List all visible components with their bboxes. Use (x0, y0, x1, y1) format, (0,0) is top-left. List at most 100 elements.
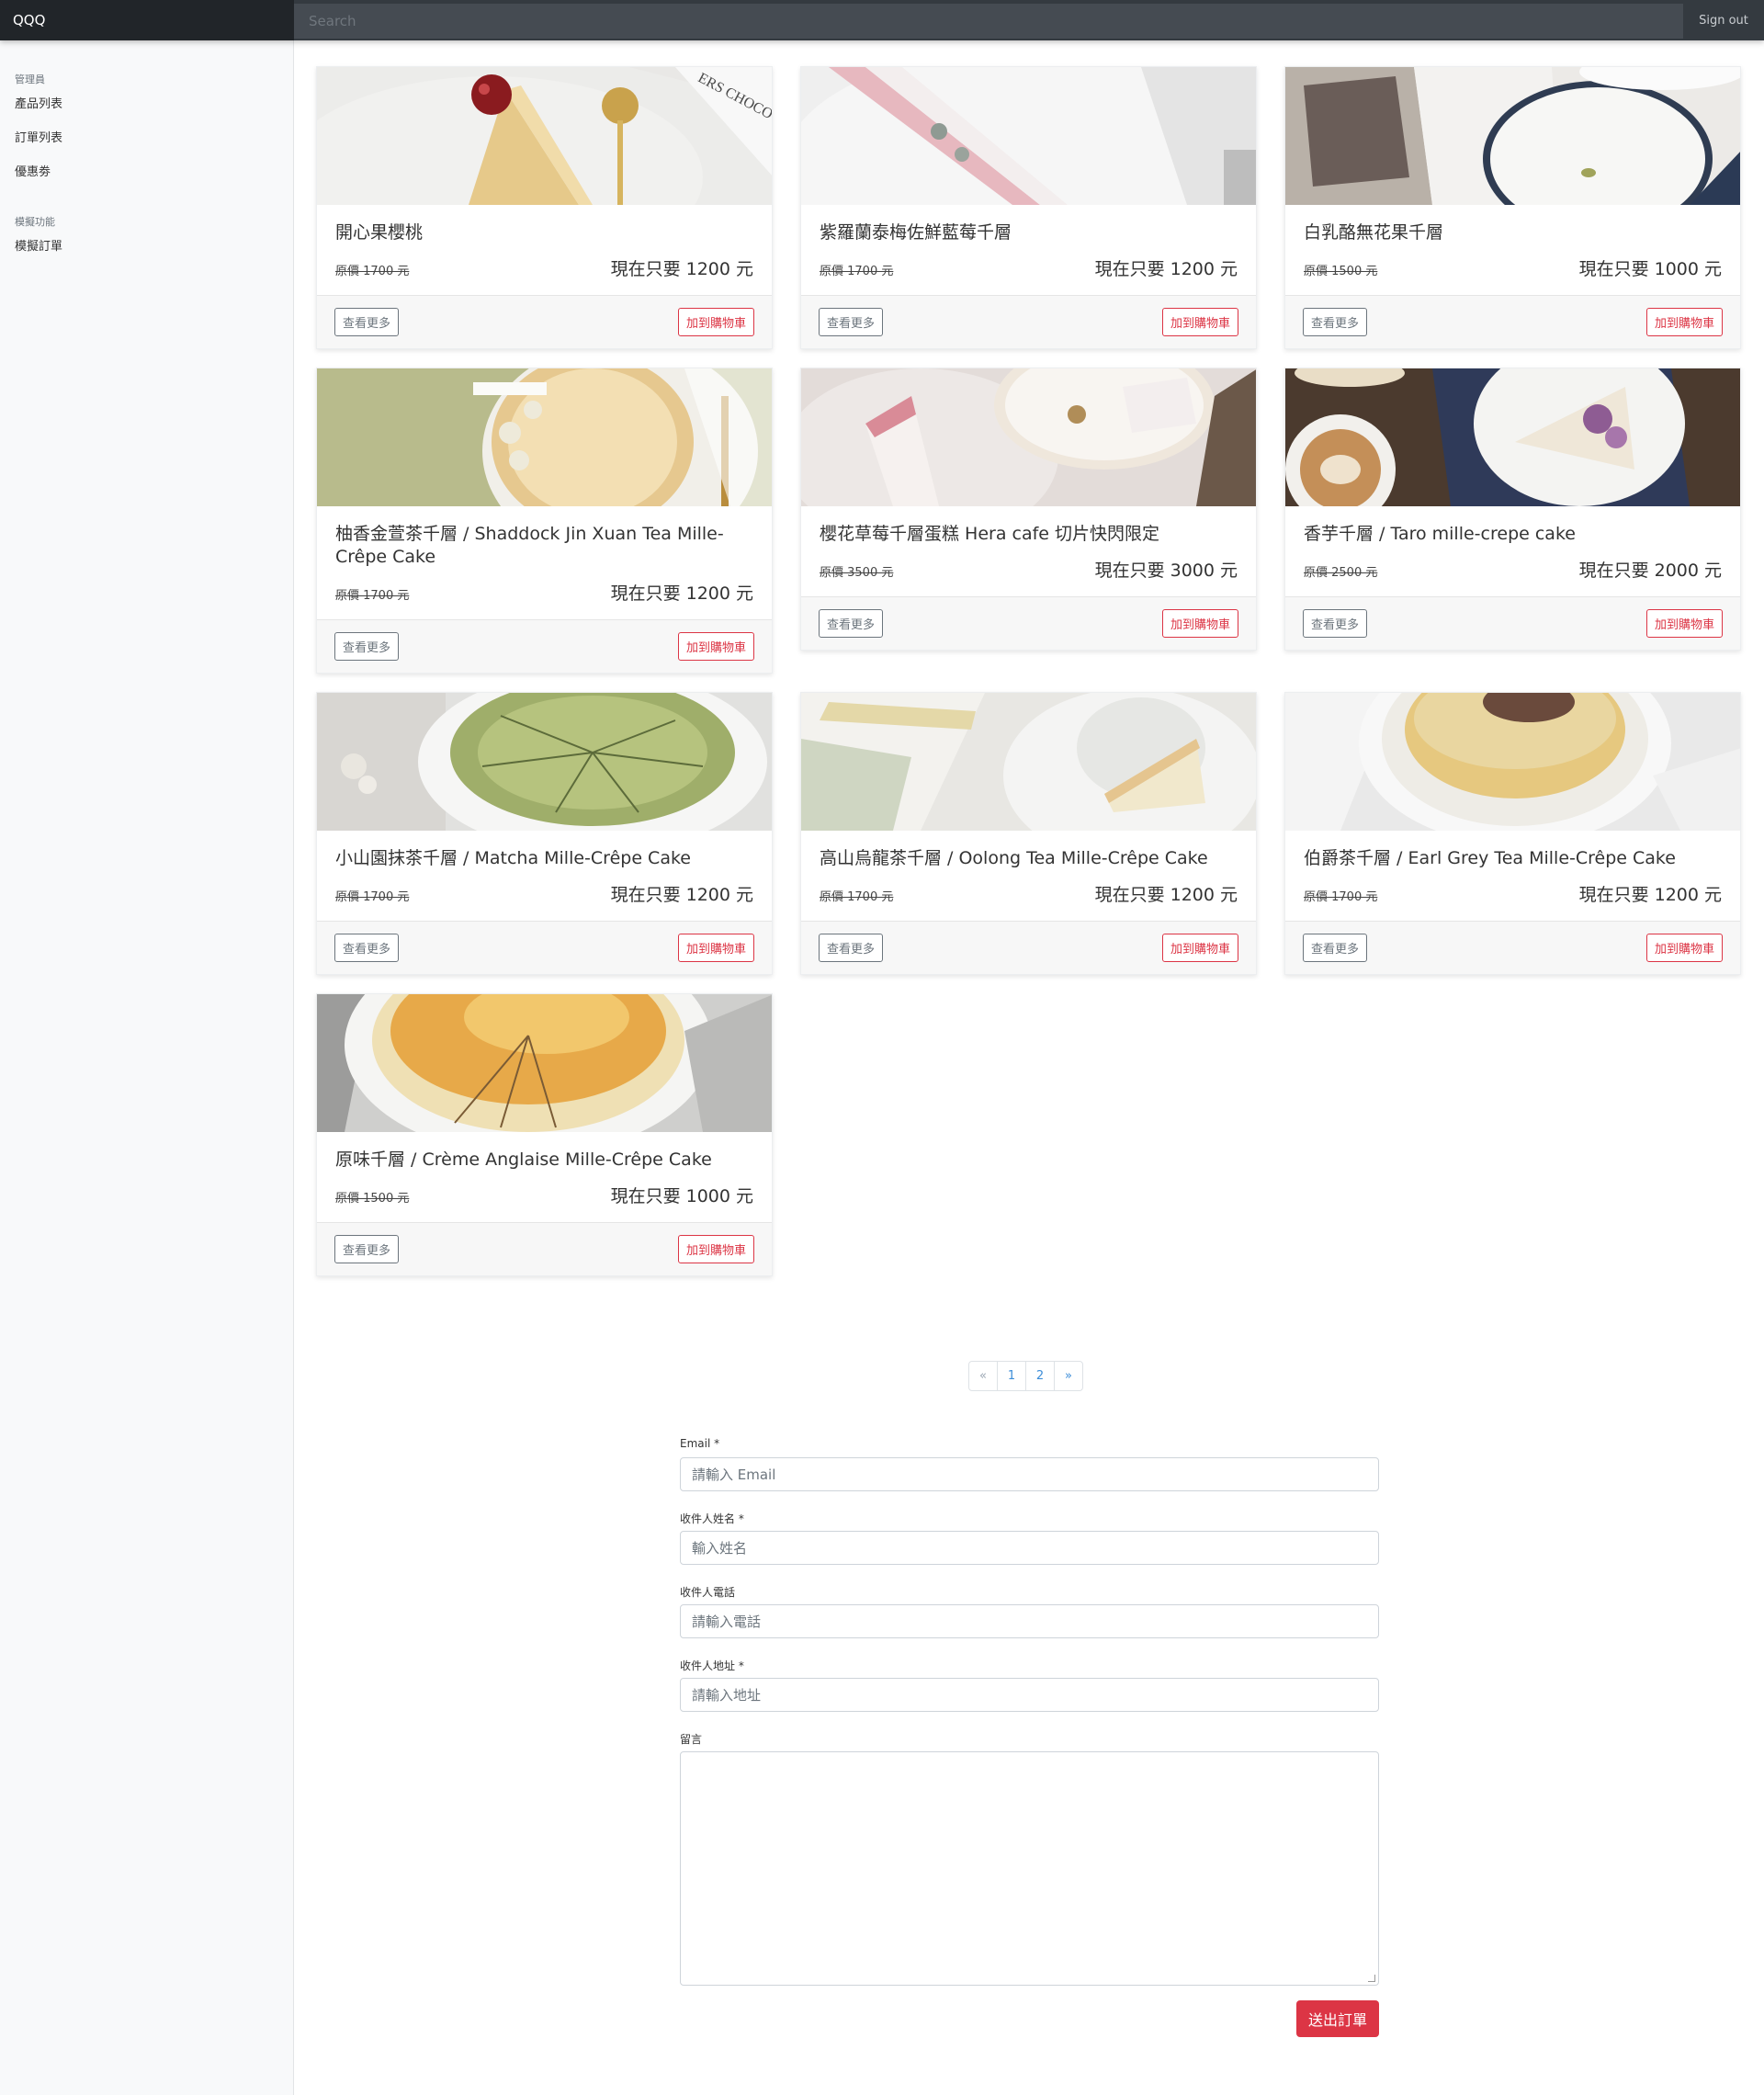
pagination-page-2[interactable]: 2 (1025, 1361, 1055, 1391)
email-field[interactable]: 請輸入 Email (680, 1457, 1379, 1491)
product-title: 白乳酪無花果千層 (1304, 222, 1444, 243)
sale-price: 現在只要 2000 元 (1578, 561, 1722, 581)
sidebar-item-orders[interactable]: 訂單列表 (0, 130, 293, 164)
sale-price: 現在只要 1000 元 (1578, 259, 1722, 279)
original-price: 原價 1500 元 (335, 1192, 410, 1206)
add-to-cart-button[interactable]: 加到購物車 (1645, 609, 1723, 638)
email-placeholder: 請輸入 Email (692, 1466, 776, 1483)
original-price: 原價 1700 元 (335, 265, 410, 278)
submit-order-button[interactable]: 送出訂單 (1295, 2000, 1379, 2037)
product-card: 櫻花草莓千層蛋糕 Hera cafe 切片快閃限定 原價 3500 元 現在只要… (800, 368, 1257, 651)
product-title: 紫羅蘭泰梅佐鮮藍莓千層 (820, 222, 1012, 243)
product-card: 香芋千層 / Taro mille-crepe cake 原價 2500 元 現… (1284, 368, 1741, 651)
view-more-button[interactable]: 查看更多 (819, 308, 884, 336)
product-title: 伯爵茶千層 / Earl Grey Tea Mille-Crêpe Cake (1304, 848, 1676, 868)
add-to-cart-button[interactable]: 加到購物車 (677, 632, 754, 661)
message-label: 留言 (680, 1733, 703, 1746)
view-more-button[interactable]: 查看更多 (334, 308, 400, 336)
phone-field[interactable]: 請輸入電話 (680, 1604, 1379, 1638)
add-to-cart-button[interactable]: 加到購物車 (1161, 308, 1238, 336)
pagination: « 1 2 » (968, 1361, 1083, 1391)
product-image (1285, 67, 1740, 205)
product-image (801, 67, 1256, 205)
view-more-button[interactable]: 查看更多 (819, 609, 884, 638)
original-price: 原價 1700 元 (335, 890, 410, 904)
product-image: ERS CHOCO (317, 67, 772, 205)
top-navbar: QQQ Search Sign out (0, 0, 1764, 40)
sidebar-heading-simulation: 模擬功能 (15, 216, 55, 228)
name-field[interactable]: 輸入姓名 (680, 1531, 1379, 1565)
product-image (1285, 693, 1740, 831)
product-image (801, 368, 1256, 506)
original-price: 原價 1700 元 (335, 589, 410, 603)
product-title: 高山烏龍茶千層 / Oolong Tea Mille-Crêpe Cake (820, 848, 1208, 868)
sidebar-item-simulate-order[interactable]: 模擬訂單 (0, 238, 293, 272)
name-label: 收件人姓名 * (680, 1512, 744, 1525)
product-card: 小山園抹茶千層 / Matcha Mille-Crêpe Cake 原價 170… (316, 692, 773, 975)
original-price: 原價 2500 元 (1304, 566, 1378, 580)
product-title: 香芋千層 / Taro mille-crepe cake (1304, 524, 1576, 544)
view-more-button[interactable]: 查看更多 (1303, 934, 1368, 962)
email-label: Email * (680, 1437, 720, 1450)
address-label: 收件人地址 * (680, 1659, 744, 1672)
address-field[interactable]: 請輸入地址 (680, 1678, 1379, 1712)
sidebar-heading-admin: 管理員 (15, 74, 45, 85)
product-card: 高山烏龍茶千層 / Oolong Tea Mille-Crêpe Cake 原價… (800, 692, 1257, 975)
product-card: ERS CHOCO 開心果櫻桃 原價 1700 元 現在只要 1200 元 查看… (316, 66, 773, 349)
pagination-prev[interactable]: « (968, 1361, 998, 1391)
original-price: 原價 1700 元 (820, 890, 894, 904)
brand-logo[interactable]: QQQ (0, 0, 294, 40)
add-to-cart-button[interactable]: 加到購物車 (1645, 308, 1723, 336)
view-more-button[interactable]: 查看更多 (1303, 308, 1368, 336)
view-more-button[interactable]: 查看更多 (819, 934, 884, 962)
product-image (317, 693, 772, 831)
sidebar: 管理員 產品列表 訂單列表 優惠劵 模擬功能 模擬訂單 (0, 40, 294, 2095)
add-to-cart-button[interactable]: 加到購物車 (1645, 934, 1723, 962)
search-input[interactable]: Search (294, 4, 1683, 39)
sidebar-item-coupons[interactable]: 優惠劵 (0, 164, 293, 198)
order-form: Email * 請輸入 Email 收件人姓名 * 輸入姓名 收件人電話 請輸入… (680, 1437, 1379, 2037)
view-more-button[interactable]: 查看更多 (1303, 609, 1368, 638)
product-image (801, 693, 1256, 831)
product-title: 原味千層 / Crème Anglaise Mille-Crêpe Cake (335, 1149, 712, 1170)
product-title: 小山園抹茶千層 / Matcha Mille-Crêpe Cake (335, 848, 691, 868)
sale-price: 現在只要 1200 元 (610, 583, 753, 604)
product-card: 原味千層 / Crème Anglaise Mille-Crêpe Cake 原… (316, 993, 773, 1276)
phone-label: 收件人電話 (680, 1586, 736, 1599)
sidebar-item-products[interactable]: 產品列表 (0, 96, 293, 130)
sale-price: 現在只要 1200 元 (1578, 885, 1722, 905)
product-card: 白乳酪無花果千層 原價 1500 元 現在只要 1000 元 查看更多 加到購物… (1284, 66, 1741, 349)
main-content: ERS CHOCO 開心果櫻桃 原價 1700 元 現在只要 1200 元 查看… (316, 66, 1742, 1276)
product-title: 開心果櫻桃 (335, 222, 424, 243)
sale-price: 現在只要 3000 元 (1094, 561, 1238, 581)
view-more-button[interactable]: 查看更多 (334, 632, 400, 661)
add-to-cart-button[interactable]: 加到購物車 (1161, 609, 1238, 638)
product-grid: ERS CHOCO 開心果櫻桃 原價 1700 元 現在只要 1200 元 查看… (316, 66, 1742, 1276)
resize-handle-icon[interactable] (1368, 1975, 1375, 1982)
product-image (1285, 368, 1740, 506)
product-card: 伯爵茶千層 / Earl Grey Tea Mille-Crêpe Cake 原… (1284, 692, 1741, 975)
add-to-cart-button[interactable]: 加到購物車 (677, 308, 754, 336)
sale-price: 現在只要 1200 元 (610, 885, 753, 905)
sale-price: 現在只要 1200 元 (610, 259, 753, 279)
address-placeholder: 請輸入地址 (692, 1687, 762, 1704)
search-placeholder: Search (309, 13, 356, 29)
add-to-cart-button[interactable]: 加到購物車 (677, 1235, 754, 1263)
message-textarea[interactable] (680, 1751, 1379, 1986)
phone-placeholder: 請輸入電話 (692, 1614, 762, 1630)
sign-out-link[interactable]: Sign out (1683, 14, 1764, 28)
add-to-cart-button[interactable]: 加到購物車 (1161, 934, 1238, 962)
product-title: 柚香金萱茶千層 / Shaddock Jin Xuan Tea Mille-Cr… (335, 524, 724, 567)
pagination-page-1[interactable]: 1 (997, 1361, 1026, 1391)
sale-price: 現在只要 1200 元 (1094, 259, 1238, 279)
add-to-cart-button[interactable]: 加到購物車 (677, 934, 754, 962)
view-more-button[interactable]: 查看更多 (334, 1235, 400, 1263)
sale-price: 現在只要 1200 元 (1094, 885, 1238, 905)
name-placeholder: 輸入姓名 (692, 1540, 748, 1557)
product-card: 紫羅蘭泰梅佐鮮藍莓千層 原價 1700 元 現在只要 1200 元 查看更多 加… (800, 66, 1257, 349)
original-price: 原價 1700 元 (820, 265, 894, 278)
product-card: 柚香金萱茶千層 / Shaddock Jin Xuan Tea Mille-Cr… (316, 368, 773, 674)
pagination-next[interactable]: » (1054, 1361, 1083, 1391)
view-more-button[interactable]: 查看更多 (334, 934, 400, 962)
original-price: 原價 1700 元 (1304, 890, 1378, 904)
